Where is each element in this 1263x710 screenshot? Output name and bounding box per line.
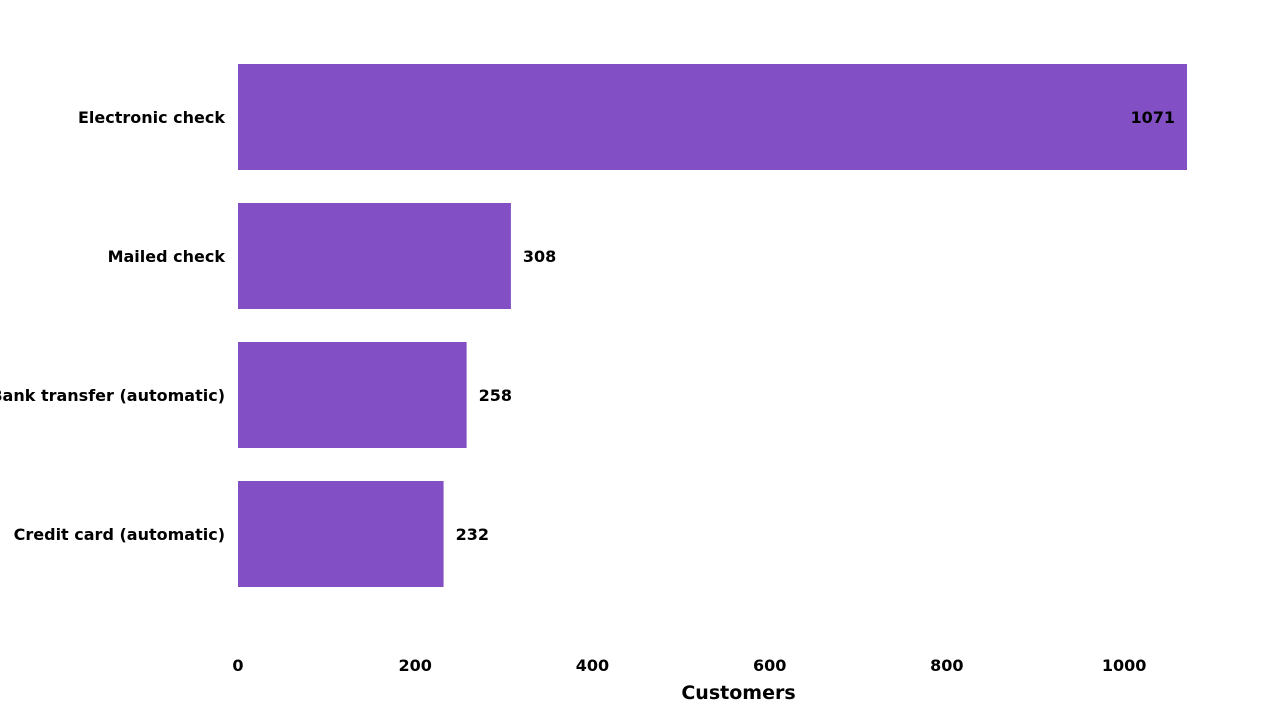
x-tick-label: 800 [930,656,963,675]
data-label-electronic-check: 1071 [1130,108,1175,127]
category-label-mailed-check: Mailed check [108,247,226,266]
category-labels: Electronic check Mailed check Bank transfe… [0,108,225,544]
x-tick-label: 600 [753,656,786,675]
x-tick-label: 200 [399,656,432,675]
x-axis-ticks: 0 200 400 600 800 1000 [232,656,1146,675]
data-label-bank-transfer-automatic: 258 [479,386,512,405]
x-axis-title: Customers [681,682,795,704]
bar-mailed-check [238,203,511,309]
data-label-credit-card-automatic: 232 [456,525,489,544]
category-label-electronic-check: Electronic check [78,108,225,127]
x-tick-label: 1000 [1102,656,1147,675]
bar-credit-card-automatic [238,481,444,587]
x-tick-label: 400 [576,656,609,675]
category-label-credit-card-automatic: Credit card (automatic) [14,525,225,544]
bar-bank-transfer-automatic [238,342,467,448]
data-label-mailed-check: 308 [523,247,556,266]
bar-chart: Electronic check Mailed check Bank transfe… [0,64,1187,704]
bars-group [238,64,1187,587]
category-label-bank-transfer-automatic: Bank transfer (automatic) [0,386,225,405]
bar-electronic-check [238,64,1187,170]
data-labels: 1071 308 258 232 [456,108,1175,544]
x-tick-label: 0 [232,656,243,675]
